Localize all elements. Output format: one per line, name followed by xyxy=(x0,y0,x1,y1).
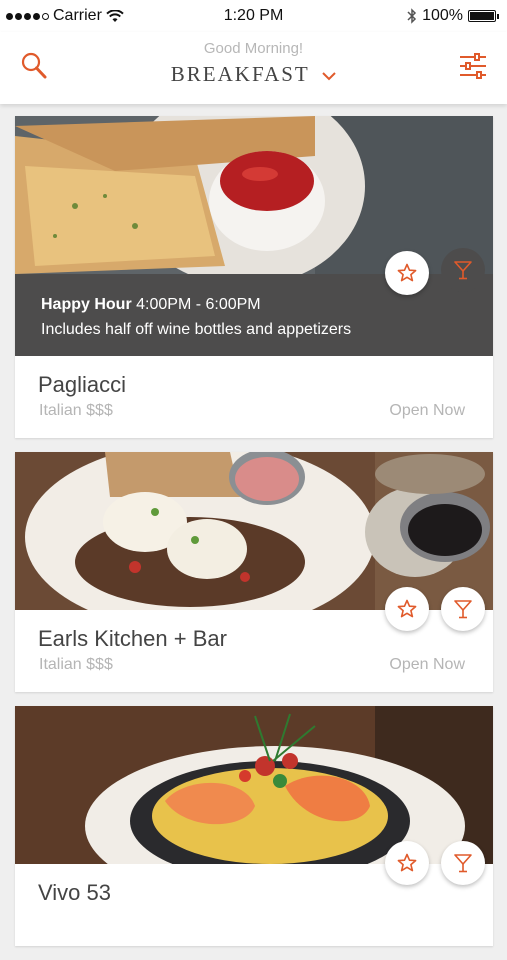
cocktail-glass-icon xyxy=(454,600,472,619)
favorite-button[interactable] xyxy=(385,841,429,885)
star-icon xyxy=(397,599,417,618)
happy-hour-button[interactable] xyxy=(441,841,485,885)
battery-icon xyxy=(468,10,496,22)
happy-hour-button[interactable] xyxy=(441,587,485,631)
app-header: Good Morning! BREAKFAST xyxy=(0,32,507,104)
happy-hour-label: Happy Hour xyxy=(41,296,132,313)
restaurant-feed: Happy Hour 4:00PM - 6:00PM Includes half… xyxy=(15,116,493,960)
favorite-button[interactable] xyxy=(385,587,429,631)
chevron-down-icon xyxy=(322,72,336,81)
greeting-text: Good Morning! xyxy=(203,40,304,57)
food-photo-eggs-benedict xyxy=(15,452,493,610)
restaurant-cuisine-price: Italian $$$ xyxy=(39,656,113,673)
cocktail-glass-icon xyxy=(454,854,472,873)
meal-title: BREAKFAST xyxy=(170,62,310,86)
happy-hour-details: Includes half off wine bottles and appet… xyxy=(41,321,352,338)
restaurant-card[interactable]: Vivo 53 xyxy=(15,706,493,946)
restaurant-info: Pagliacci Italian $$$ Open Now xyxy=(15,356,493,438)
happy-hour-times: 4:00PM - 6:00PM xyxy=(136,296,261,313)
favorite-button[interactable] xyxy=(385,251,429,295)
open-status: Open Now xyxy=(389,656,465,673)
filter-sliders-icon xyxy=(460,53,486,79)
cocktail-glass-icon xyxy=(454,261,472,280)
open-status: Open Now xyxy=(389,402,465,419)
food-photo-garlic-bread xyxy=(15,116,493,274)
restaurant-name: Earls Kitchen + Bar xyxy=(38,626,227,651)
filter-button[interactable] xyxy=(455,48,491,84)
restaurant-card[interactable]: Earls Kitchen + Bar Italian $$$ Open Now xyxy=(15,452,493,692)
restaurant-cuisine-price: Italian $$$ xyxy=(39,402,113,419)
restaurant-name: Vivo 53 xyxy=(38,880,111,905)
restaurant-photo xyxy=(15,116,493,274)
food-photo-shrimp-dish xyxy=(15,706,493,864)
bluetooth-icon xyxy=(407,8,417,24)
restaurant-name: Pagliacci xyxy=(38,372,127,397)
star-icon xyxy=(397,853,417,872)
meal-selector[interactable]: BREAKFAST xyxy=(0,62,507,87)
star-icon xyxy=(397,263,417,282)
restaurant-photo xyxy=(15,706,493,864)
status-bar: Carrier 1:20 PM 100% xyxy=(0,0,507,32)
restaurant-photo xyxy=(15,452,493,610)
restaurant-card[interactable]: Happy Hour 4:00PM - 6:00PM Includes half… xyxy=(15,116,493,438)
happy-hour-button[interactable] xyxy=(441,248,485,292)
battery-percent: 100% xyxy=(422,7,463,24)
